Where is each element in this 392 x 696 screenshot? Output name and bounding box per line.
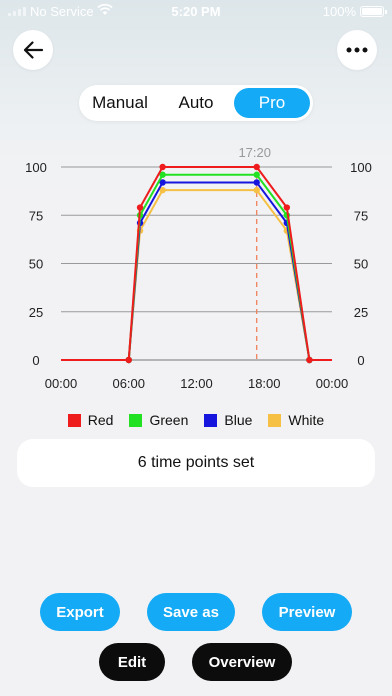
y-tick-label-right: 0	[357, 353, 364, 368]
y-tick-label-left: 25	[29, 305, 43, 320]
data-point-red	[125, 356, 132, 364]
legend-label-white: White	[288, 412, 325, 428]
y-tick-label-left: 50	[29, 257, 43, 272]
legend-red[interactable]: Red	[67, 410, 114, 430]
export-button[interactable]: Export	[40, 593, 120, 631]
legend-label-blue: Blue	[224, 412, 253, 428]
data-point-red	[136, 204, 144, 211]
light-schedule-chart[interactable]: 0 0 25 25 50 50 75 75 100 100 00:00 06:00 12:00 18:00…	[0, 140, 392, 400]
data-point-red	[306, 356, 313, 364]
preview-button[interactable]: Preview	[262, 593, 352, 631]
y-tick-label-left: 0	[32, 353, 39, 368]
arrow-left-icon	[23, 41, 44, 59]
x-tick-label: 00:00	[45, 376, 78, 391]
x-tick-label: 06:00	[112, 376, 145, 391]
data-point-red	[159, 163, 166, 171]
tab-manual[interactable]: Manual	[82, 88, 158, 118]
legend-green[interactable]: Green	[129, 410, 188, 430]
series-line-green	[61, 173, 332, 361]
legend-swatch-white	[268, 413, 282, 427]
save-as-button[interactable]: Save as	[147, 593, 235, 631]
y-tick-label-right: 75	[354, 208, 368, 223]
y-tick-label-left: 100	[25, 160, 47, 175]
data-point-red	[253, 163, 260, 171]
data-point-red	[283, 204, 291, 211]
battery-percent: 100%	[322, 4, 356, 19]
y-tick-label-right: 50	[354, 257, 368, 272]
time-points-summary-label: 6 time points set	[137, 454, 255, 471]
more-options-button[interactable]	[337, 30, 377, 70]
edit-button[interactable]: Edit	[99, 643, 165, 681]
legend-swatch-green	[129, 413, 143, 427]
tab-auto[interactable]: Auto	[158, 88, 234, 118]
legend-swatch-blue	[204, 413, 218, 427]
overview-button[interactable]: Overview	[192, 643, 292, 681]
series-line-blue	[61, 181, 332, 361]
y-tick-label-right: 25	[354, 305, 368, 320]
legend-swatch-red	[67, 413, 81, 427]
y-tick-label-left: 75	[29, 208, 43, 223]
data-point-green	[253, 171, 260, 178]
legend-label-red: Red	[87, 412, 114, 428]
tab-pro[interactable]: Pro	[234, 88, 310, 118]
legend-blue[interactable]: Blue	[204, 410, 252, 430]
mode-switcher: Manual Auto Pro	[79, 85, 313, 121]
legend-white[interactable]: White	[268, 410, 324, 430]
more-horizontal-icon	[346, 47, 368, 53]
x-tick-label: 12:00	[180, 376, 213, 391]
y-tick-label-right: 100	[350, 160, 372, 175]
legend-label-green: Green	[149, 412, 189, 428]
data-point-blue	[253, 179, 260, 186]
data-point-white	[253, 186, 260, 194]
current-time-label: 17:20	[238, 145, 271, 160]
chart-legend: Red Green Blue White	[0, 410, 392, 430]
x-tick-label: 00:00	[316, 376, 349, 391]
time-points-summary[interactable]: 6 time points set	[17, 439, 375, 487]
battery-icon	[360, 6, 387, 17]
back-button[interactable]	[13, 30, 53, 70]
status-bar: No Service 5:20 PM 100%	[0, 0, 392, 24]
x-tick-label: 18:00	[248, 376, 281, 391]
